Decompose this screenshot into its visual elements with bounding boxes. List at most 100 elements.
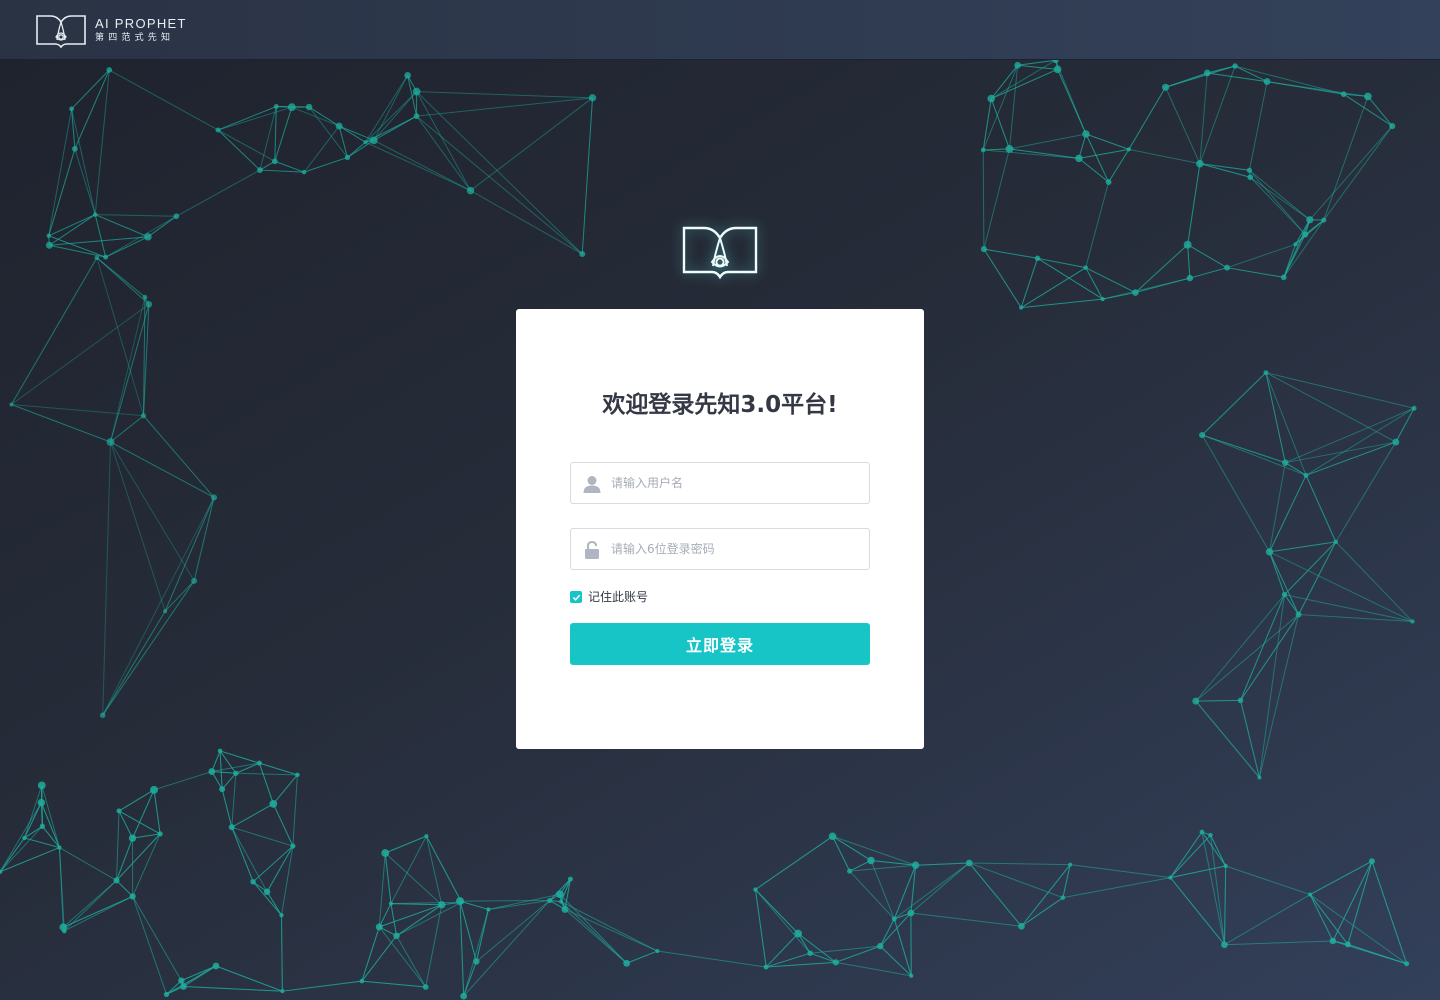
network-node bbox=[1068, 862, 1073, 867]
network-line bbox=[347, 139, 375, 158]
username-input[interactable] bbox=[611, 463, 861, 503]
network-line bbox=[754, 889, 767, 968]
brand[interactable]: AI PROPHET 第四范式先知 bbox=[35, 12, 187, 48]
login-button[interactable]: 立即登录 bbox=[570, 623, 870, 665]
network-line bbox=[231, 803, 274, 828]
network-line bbox=[1323, 96, 1369, 221]
network-node bbox=[163, 991, 170, 997]
network-line bbox=[62, 880, 117, 928]
network-node bbox=[1246, 167, 1253, 173]
network-node bbox=[1389, 123, 1396, 130]
network-node bbox=[71, 145, 78, 152]
network-line bbox=[0, 802, 42, 873]
network-node bbox=[335, 122, 343, 130]
remember-label: 记住此账号 bbox=[588, 590, 649, 604]
network-line bbox=[1210, 834, 1225, 945]
network-node bbox=[37, 781, 46, 790]
network-line bbox=[1187, 163, 1201, 245]
network-node bbox=[556, 890, 564, 899]
network-line bbox=[425, 836, 443, 905]
network-node bbox=[128, 834, 137, 842]
network-line bbox=[1266, 81, 1344, 95]
network-line bbox=[71, 108, 96, 215]
network-line bbox=[1224, 894, 1311, 946]
network-line bbox=[71, 69, 110, 110]
network-line bbox=[1309, 894, 1334, 942]
network-line bbox=[221, 772, 237, 790]
network-node bbox=[1302, 231, 1309, 238]
network-line bbox=[1170, 834, 1211, 878]
network-line bbox=[416, 97, 593, 117]
network-node bbox=[301, 169, 307, 175]
network-line bbox=[10, 257, 98, 405]
network-line bbox=[1085, 181, 1110, 268]
network-line bbox=[193, 497, 215, 582]
network-line bbox=[416, 91, 583, 255]
network-line bbox=[459, 900, 489, 910]
network-line bbox=[361, 935, 397, 982]
network-node bbox=[422, 984, 429, 990]
network-node bbox=[907, 909, 915, 917]
network-node bbox=[142, 294, 148, 300]
network-line bbox=[308, 106, 348, 158]
network-line bbox=[657, 950, 767, 968]
network-node bbox=[1333, 539, 1339, 545]
network-line bbox=[274, 106, 277, 162]
username-field[interactable] bbox=[570, 462, 870, 504]
network-line bbox=[1309, 894, 1407, 965]
remember-checkbox[interactable] bbox=[570, 591, 582, 603]
network-node bbox=[753, 887, 758, 892]
network-line bbox=[303, 156, 348, 173]
network-node bbox=[215, 127, 221, 133]
network-line bbox=[1169, 877, 1225, 946]
network-line bbox=[1265, 372, 1415, 409]
network-node bbox=[911, 861, 920, 869]
network-line bbox=[1269, 551, 1300, 615]
network-line bbox=[766, 961, 836, 968]
network-node bbox=[157, 831, 163, 837]
network-node bbox=[250, 879, 256, 885]
network-line bbox=[1371, 861, 1408, 964]
lock-icon bbox=[585, 540, 599, 559]
network-line bbox=[396, 904, 443, 937]
network-line bbox=[459, 901, 465, 997]
network-node bbox=[150, 785, 159, 794]
network-node bbox=[116, 808, 122, 814]
network-node bbox=[1295, 611, 1302, 618]
network-node bbox=[208, 768, 216, 775]
network-line bbox=[1189, 267, 1228, 279]
password-input[interactable] bbox=[611, 529, 861, 569]
network-line bbox=[390, 903, 442, 906]
network-line bbox=[1240, 614, 1300, 701]
remember-account[interactable]: 记住此账号 bbox=[570, 589, 648, 605]
network-line bbox=[11, 404, 111, 443]
network-line bbox=[272, 803, 294, 847]
network-line bbox=[1305, 475, 1337, 543]
network-node bbox=[909, 973, 914, 978]
network-line bbox=[1102, 292, 1136, 300]
network-node bbox=[228, 824, 235, 831]
password-field[interactable] bbox=[570, 528, 870, 570]
network-line bbox=[1199, 163, 1250, 171]
network-line bbox=[1201, 434, 1307, 476]
network-node bbox=[412, 87, 421, 96]
network-node bbox=[980, 245, 987, 253]
check-icon bbox=[572, 594, 580, 601]
network-line bbox=[1249, 169, 1311, 221]
network-node bbox=[103, 254, 109, 260]
network-line bbox=[1269, 475, 1307, 553]
network-node bbox=[191, 577, 198, 584]
network-node bbox=[163, 609, 168, 614]
network-line bbox=[219, 750, 260, 764]
network-line bbox=[272, 774, 298, 805]
network-node bbox=[807, 950, 813, 956]
network-node bbox=[1411, 405, 1417, 411]
network-line bbox=[991, 68, 1058, 100]
network-node bbox=[456, 897, 465, 906]
network-node bbox=[1161, 83, 1170, 91]
network-node bbox=[1392, 438, 1400, 446]
network-node bbox=[1014, 61, 1021, 69]
network-node bbox=[1344, 941, 1351, 948]
network-node bbox=[1005, 144, 1014, 153]
network-node bbox=[1060, 895, 1066, 900]
